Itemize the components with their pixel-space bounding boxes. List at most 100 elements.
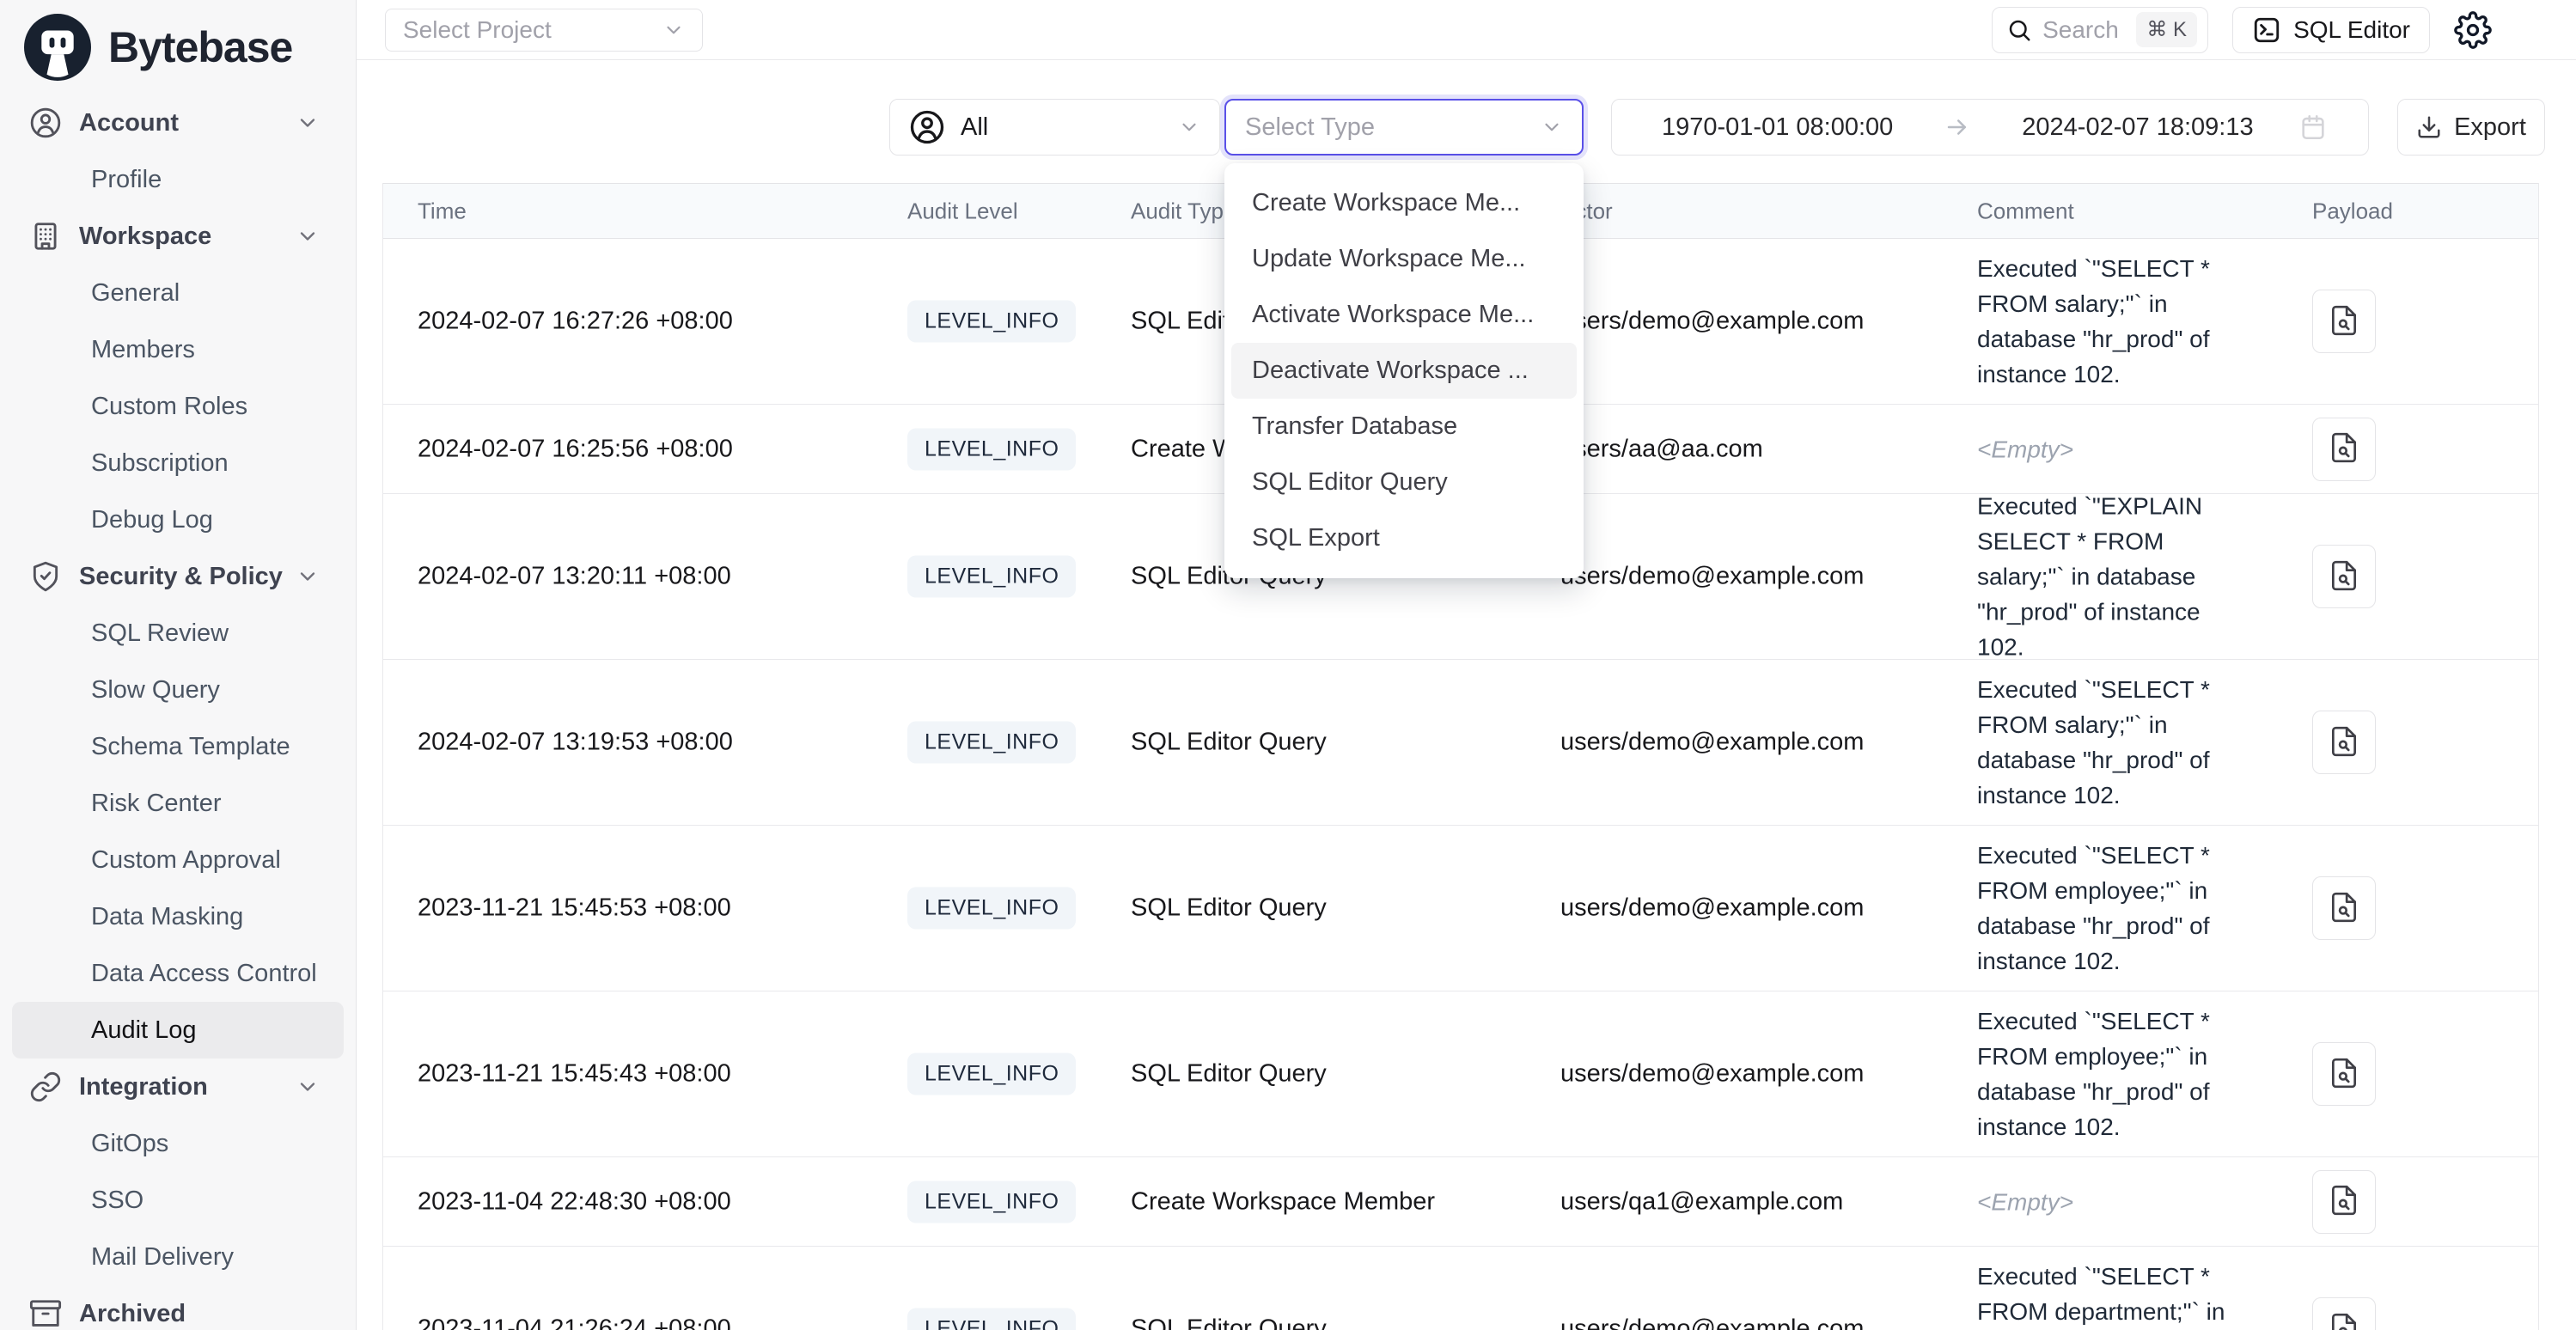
type-option-create-workspace-me[interactable]: Create Workspace Me... [1231, 175, 1577, 231]
audit-level-badge: LEVEL_INFO [907, 428, 1076, 470]
bytebase-logo-icon [24, 14, 91, 81]
type-option-transfer-database[interactable]: Transfer Database [1231, 399, 1577, 455]
time-cell: 2024-02-07 13:20:11 +08:00 [418, 563, 731, 591]
archive-icon [29, 1297, 62, 1330]
sidebar-item-profile[interactable]: Profile [12, 151, 344, 208]
sidebar-item-slow-query[interactable]: Slow Query [12, 662, 344, 718]
user-avatar[interactable]: DE [2516, 7, 2562, 53]
type-option-deactivate-workspace[interactable]: Deactivate Workspace ... [1231, 343, 1577, 399]
brand-logo[interactable]: Bytebase [0, 0, 356, 89]
topbar: Select Project Search ⌘ K SQL Editor DE [357, 0, 2576, 60]
sidebar-item-schema-template[interactable]: Schema Template [12, 718, 344, 775]
type-option-sql-export[interactable]: SQL Export [1231, 510, 1577, 566]
payload-view-button[interactable] [2312, 1297, 2376, 1330]
brand-name: Bytebase [108, 22, 292, 72]
sidebar-section-workspace[interactable]: Workspace [0, 208, 356, 265]
comment-cell: <Empty> [1977, 1184, 2250, 1219]
actor-cell: users/demo@example.com [1560, 308, 1864, 336]
date-from-value[interactable]: 1970-01-01 08:00:00 [1662, 113, 1893, 142]
audit-level-badge: LEVEL_INFO [907, 1053, 1076, 1095]
chevron-down-icon [296, 1075, 320, 1099]
sidebar-section-integration[interactable]: Integration [0, 1059, 356, 1115]
sidebar-item-gitops[interactable]: GitOps [12, 1115, 344, 1172]
comment-cell: Executed `"SELECT * FROM employee;"` in … [1977, 838, 2250, 979]
sidebar-item-data-masking[interactable]: Data Masking [12, 888, 344, 945]
search-shortcut-badge: ⌘ K [2136, 12, 2197, 47]
shield-check-icon [29, 560, 62, 593]
payload-view-button[interactable] [2312, 1170, 2376, 1234]
payload-view-button[interactable] [2312, 545, 2376, 608]
download-icon [2416, 114, 2442, 140]
type-option-sql-editor-query[interactable]: SQL Editor Query [1231, 455, 1577, 510]
payload-view-button[interactable] [2312, 1042, 2376, 1106]
file-search-icon [2328, 891, 2360, 926]
comment-cell: <Empty> [1977, 431, 2250, 467]
audit-log-page: Bytebase AccountProfileWorkspaceGeneralM… [0, 0, 2576, 1330]
building-icon [29, 220, 62, 253]
type-filter-select[interactable]: Select Type [1224, 99, 1584, 156]
sidebar-section-label: Security & Policy [79, 563, 283, 591]
sidebar-item-custom-roles[interactable]: Custom Roles [12, 378, 344, 435]
calendar-icon [2298, 113, 2328, 142]
file-search-icon [2328, 1184, 2360, 1219]
actor-filter-value: All [961, 113, 1163, 142]
sql-editor-label: SQL Editor [2293, 16, 2410, 44]
sidebar-item-debug-log[interactable]: Debug Log [12, 491, 344, 548]
date-range-picker[interactable]: 1970-01-01 08:00:00 2024-02-07 18:09:13 [1611, 99, 2369, 156]
date-to-value[interactable]: 2024-02-07 18:09:13 [2022, 113, 2253, 142]
sidebar-item-members[interactable]: Members [12, 321, 344, 378]
sidebar-item-sql-review[interactable]: SQL Review [12, 605, 344, 662]
type-option-activate-workspace-me[interactable]: Activate Workspace Me... [1231, 287, 1577, 343]
comment-cell: Executed `"SELECT * FROM salary;"` in da… [1977, 672, 2250, 813]
file-search-icon [2328, 304, 2360, 339]
export-button[interactable]: Export [2397, 99, 2545, 156]
sql-editor-button[interactable]: SQL Editor [2232, 7, 2430, 53]
actor-cell: users/aa@aa.com [1560, 435, 1763, 463]
chevron-down-icon [1541, 116, 1563, 138]
sidebar-section-security-policy[interactable]: Security & Policy [0, 548, 356, 605]
link-icon [29, 1071, 62, 1103]
actor-cell: users/demo@example.com [1560, 563, 1864, 591]
time-cell: 2023-11-21 15:45:53 +08:00 [418, 894, 731, 923]
sidebar-item-general[interactable]: General [12, 265, 344, 321]
audit-type-cell: SQL Editor Query [1131, 894, 1327, 923]
settings-gear-icon[interactable] [2454, 11, 2492, 49]
sidebar-item-subscription[interactable]: Subscription [12, 435, 344, 491]
sidebar-section-account[interactable]: Account [0, 95, 356, 151]
sidebar-item-risk-center[interactable]: Risk Center [12, 775, 344, 832]
sidebar-item-mail-delivery[interactable]: Mail Delivery [12, 1229, 344, 1285]
sidebar-item-audit-log[interactable]: Audit Log [12, 1002, 344, 1059]
sidebar-item-sso[interactable]: SSO [12, 1172, 344, 1229]
topbar-right-cluster: Search ⌘ K SQL Editor DE [1992, 7, 2576, 53]
column-header-audit-level: Audit Level [907, 198, 1018, 224]
comment-cell: Executed `"SELECT * FROM department;"` i… [1977, 1259, 2250, 1330]
audit-level-cell: LEVEL_INFO [907, 888, 1076, 930]
file-search-icon [2328, 431, 2360, 467]
audit-level-cell: LEVEL_INFO [907, 428, 1076, 470]
table-row: 2023-11-04 22:48:30 +08:00LEVEL_INFOCrea… [383, 1157, 2538, 1247]
sidebar-section-archived[interactable]: Archived [0, 1285, 356, 1330]
payload-view-button[interactable] [2312, 876, 2376, 940]
terminal-icon [2252, 15, 2281, 45]
project-select[interactable]: Select Project [385, 9, 703, 52]
search-icon [2006, 17, 2032, 43]
time-cell: 2024-02-07 16:27:26 +08:00 [418, 308, 733, 336]
actor-filter-select[interactable]: All [889, 99, 1220, 156]
column-header-audit-type: Audit Type [1131, 198, 1236, 224]
audit-level-badge: LEVEL_INFO [907, 1309, 1076, 1330]
comment-cell: Executed `"SELECT * FROM salary;"` in da… [1977, 251, 2250, 392]
project-select-placeholder: Select Project [403, 16, 662, 44]
sidebar-section-label: Archived [79, 1300, 186, 1328]
time-cell: 2024-02-07 16:25:56 +08:00 [418, 435, 733, 463]
audit-level-cell: LEVEL_INFO [907, 1053, 1076, 1095]
type-option-update-workspace-me[interactable]: Update Workspace Me... [1231, 231, 1577, 287]
payload-view-button[interactable] [2312, 711, 2376, 774]
payload-view-button[interactable] [2312, 418, 2376, 481]
sidebar-item-custom-approval[interactable]: Custom Approval [12, 832, 344, 888]
sidebar-item-data-access-control[interactable]: Data Access Control [12, 945, 344, 1002]
arrow-right-icon [1944, 114, 1970, 140]
payload-view-button[interactable] [2312, 290, 2376, 353]
search-input[interactable]: Search ⌘ K [1992, 7, 2208, 53]
table-row: 2023-11-21 15:45:53 +08:00 LEVEL_INFO SQL … [383, 826, 2538, 991]
table-row: 2024-02-07 13:19:53 +08:00LEVEL_INFOSQL … [383, 660, 2538, 826]
